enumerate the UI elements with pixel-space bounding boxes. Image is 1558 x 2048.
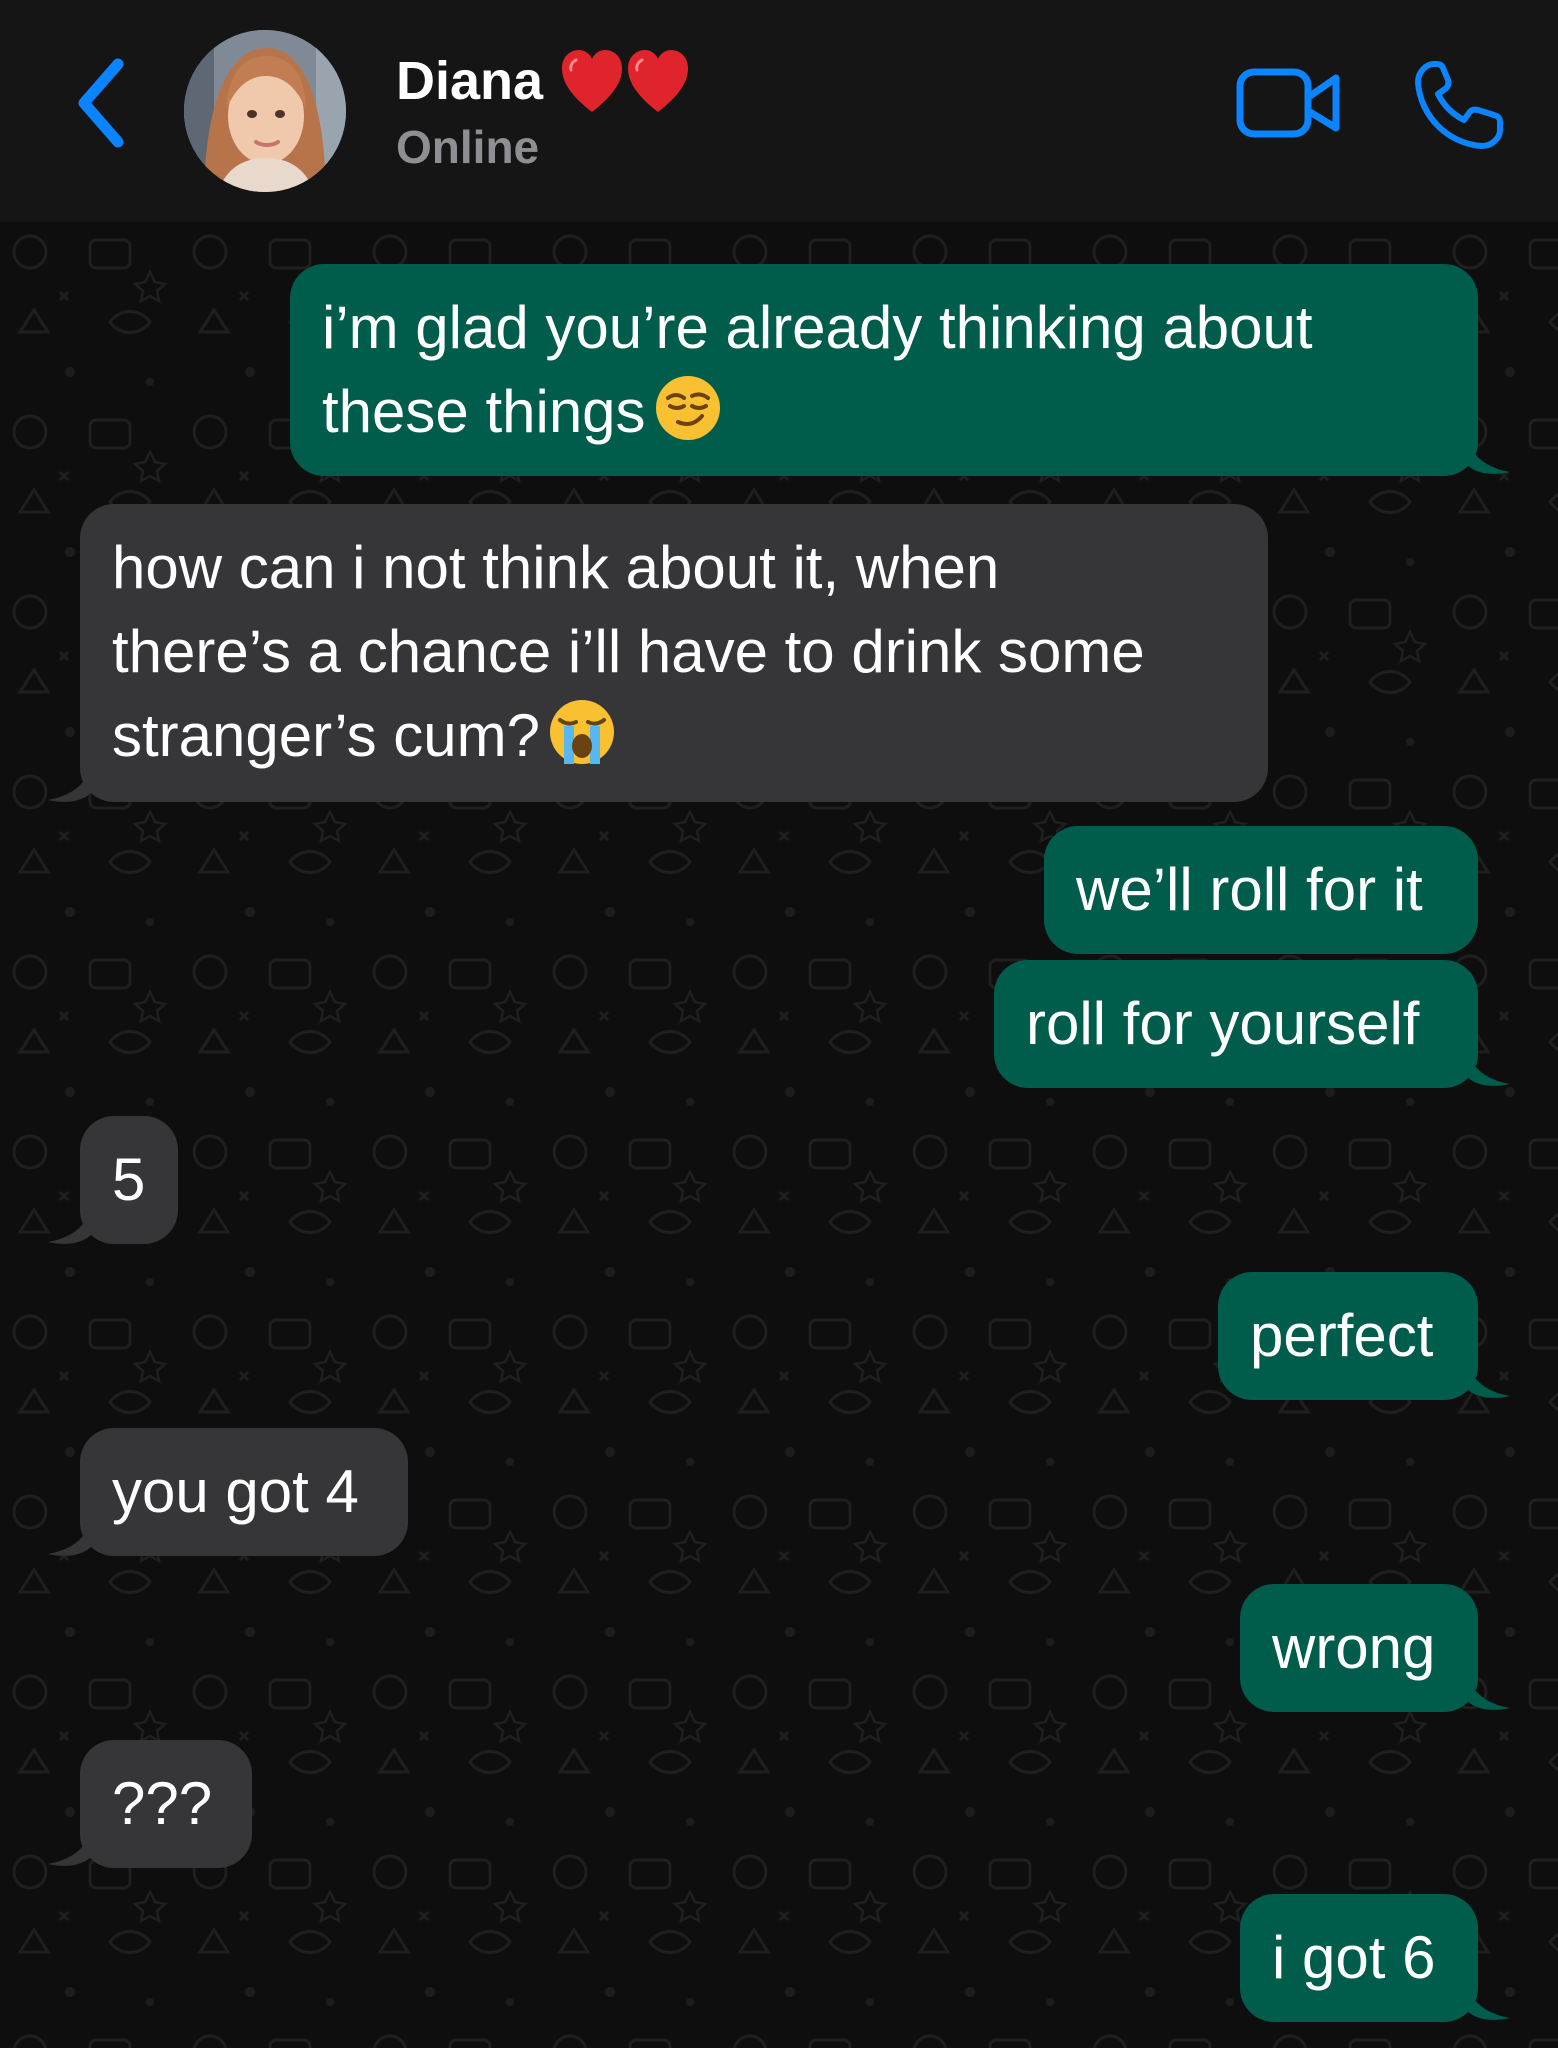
contact-name[interactable]: Diana: [396, 50, 543, 112]
message-bubble-outgoing[interactable]: roll for yourself: [994, 960, 1478, 1088]
message-text: i got 6: [1272, 1924, 1436, 1991]
message-text-line: i’m glad you’re already thinking about: [322, 294, 1313, 361]
avatar[interactable]: [184, 30, 346, 192]
voice-call-button[interactable]: [1412, 58, 1506, 152]
message-bubble-outgoing[interactable]: wrong: [1240, 1584, 1478, 1712]
message-bubble-outgoing[interactable]: i got 6: [1240, 1894, 1478, 2022]
heart-emoji-icon: [562, 50, 688, 112]
video-camera-icon: [1236, 68, 1340, 138]
message-bubble-incoming[interactable]: you got 4: [80, 1428, 408, 1556]
message-text: we’ll roll for it: [1076, 856, 1423, 923]
message-list[interactable]: i’m glad you’re already thinking about t…: [0, 222, 1558, 2048]
chevron-left-icon: [78, 58, 124, 148]
message-text-line: how can i not think about it, when: [112, 534, 1000, 601]
message-text: wrong: [1272, 1614, 1436, 1681]
message-text: you got 4: [112, 1458, 359, 1525]
message-bubble-incoming[interactable]: ???: [80, 1740, 252, 1868]
contact-status: Online: [396, 121, 540, 173]
message-text: 5: [112, 1146, 146, 1213]
loudly-crying-face-emoji-icon: [549, 700, 614, 764]
message-text: roll for yourself: [1026, 990, 1420, 1057]
message-bubble-outgoing[interactable]: i’m glad you’re already thinking about t…: [290, 264, 1478, 476]
message-bubble-incoming[interactable]: how can i not think about it, when there…: [80, 504, 1268, 802]
message-bubble-incoming[interactable]: 5: [80, 1116, 178, 1244]
bubble-tail: [48, 1518, 92, 1556]
smirking-face-emoji-icon: [655, 376, 720, 440]
avatar-photo: [184, 30, 346, 192]
message-text: ???: [112, 1770, 213, 1837]
message-bubble-outgoing[interactable]: perfect: [1218, 1272, 1478, 1400]
chat-header: Diana Online: [0, 0, 1558, 222]
bubble-tail: [48, 1828, 92, 1866]
back-button[interactable]: [72, 58, 132, 148]
bubble-tail: [1466, 1982, 1510, 2020]
bubble-tail: [1466, 1672, 1510, 1710]
message-bubble-outgoing[interactable]: we’ll roll for it: [1044, 826, 1478, 954]
message-text-line: there’s a chance i’ll have to drink some: [112, 618, 1145, 685]
bubble-tail: [48, 1206, 92, 1244]
message-text-line: these things: [322, 378, 646, 445]
video-call-button[interactable]: [1236, 66, 1344, 142]
bubble-tail: [1466, 436, 1510, 474]
bubble-tail: [1466, 1360, 1510, 1398]
bubble-tail: [1466, 1048, 1510, 1086]
message-text-line: stranger’s cum?: [112, 702, 540, 769]
phone-icon: [1415, 61, 1503, 149]
message-text: perfect: [1250, 1302, 1434, 1369]
bubble-tail: [48, 764, 92, 802]
